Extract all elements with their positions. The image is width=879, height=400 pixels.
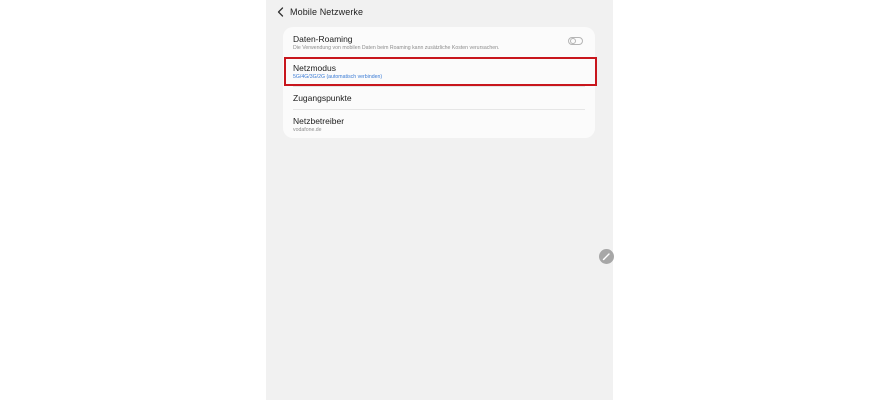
header-bar: Mobile Netzwerke xyxy=(266,0,613,26)
page-title: Mobile Netzwerke xyxy=(290,7,364,17)
access-points-row[interactable]: Zugangspunkte xyxy=(283,86,595,109)
network-mode-row[interactable]: Netzmodus 5G/4G/3G/2G (automatisch verbi… xyxy=(283,57,595,86)
settings-card: Daten-Roaming Die Verwendung von mobilen… xyxy=(283,27,595,138)
network-operator-row[interactable]: Netzbetreiber vodafone.de xyxy=(283,109,595,138)
data-roaming-title: Daten-Roaming xyxy=(293,34,353,44)
network-mode-title: Netzmodus xyxy=(293,63,336,73)
toggle-knob xyxy=(570,38,576,44)
settings-screen: Mobile Netzwerke Daten-Roaming Die Verwe… xyxy=(266,0,614,400)
back-button[interactable] xyxy=(274,5,288,19)
access-points-title: Zugangspunkte xyxy=(293,93,352,103)
data-roaming-row[interactable]: Daten-Roaming Die Verwendung von mobilen… xyxy=(283,27,595,57)
data-roaming-subtitle: Die Verwendung von mobilen Daten beim Ro… xyxy=(293,45,500,51)
network-mode-value: 5G/4G/3G/2G (automatisch verbinden) xyxy=(293,74,383,80)
edit-button[interactable] xyxy=(599,249,614,264)
chevron-left-icon xyxy=(274,5,288,19)
data-roaming-toggle[interactable] xyxy=(568,37,583,45)
network-operator-value: vodafone.de xyxy=(293,127,322,133)
network-operator-title: Netzbetreiber xyxy=(293,116,345,126)
